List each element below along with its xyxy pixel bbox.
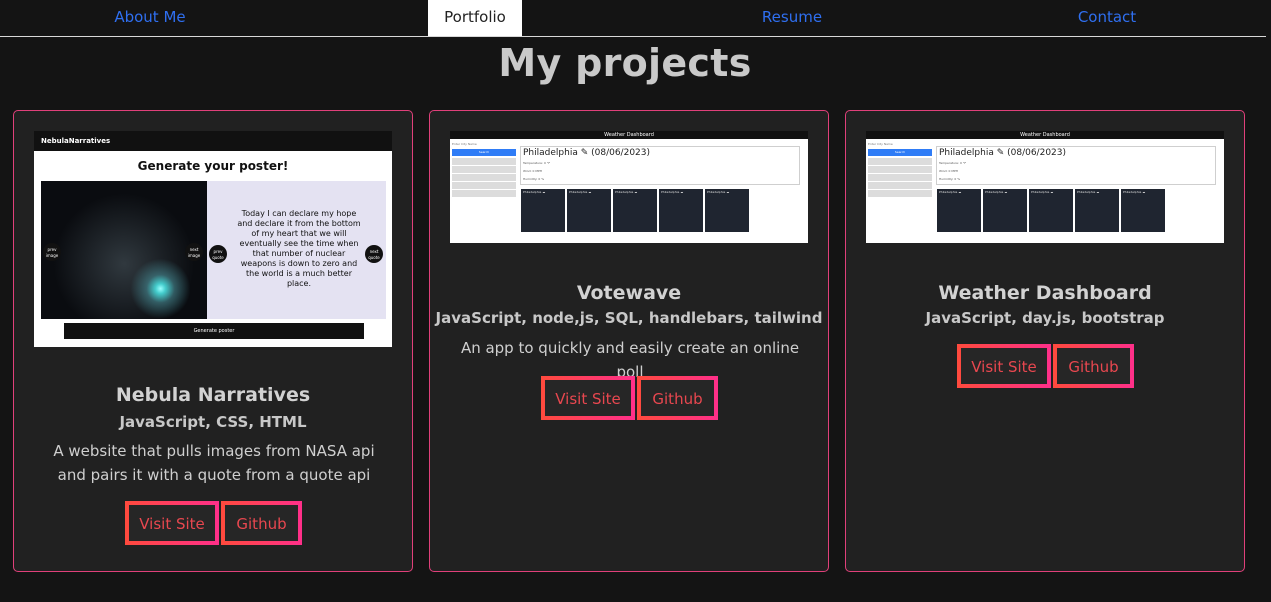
preview-header: Weather Dashboard xyxy=(450,131,808,139)
project-tech: JavaScript, day.js, bootstrap xyxy=(925,309,1165,327)
preview-sidebar: Enter City Name Search xyxy=(868,142,932,204)
preview-current-weather: Philadelphia ✎ (08/06/2023) Temperature:… xyxy=(936,146,1216,185)
forecast-card: Philadelphia ☁ xyxy=(659,189,703,232)
forecast-card: Philadelphia ☁ xyxy=(567,189,611,232)
next-image-button: next image xyxy=(185,243,203,261)
quote-box: prev quote Today I can declare my hope a… xyxy=(207,181,386,319)
forecast-card: Philadelphia ☁ xyxy=(1075,189,1119,232)
prev-quote-button: prev quote xyxy=(209,245,227,263)
page-title: My projects xyxy=(498,41,752,85)
github-button[interactable]: Github xyxy=(637,376,718,420)
project-tech: JavaScript, CSS, HTML xyxy=(119,413,307,431)
forecast-card: Philadelphia ☁ xyxy=(521,189,565,232)
nav-about-me[interactable]: About Me xyxy=(95,0,205,36)
preview-quote: Today I can declare my hope and declare … xyxy=(237,209,361,288)
preview-header: Weather Dashboard xyxy=(866,131,1224,139)
prev-image-button: prev image xyxy=(43,243,61,261)
visit-site-button[interactable]: Visit Site xyxy=(541,376,635,420)
project-card-nebula-narratives: NebulaNarratives Generate your poster! p… xyxy=(13,110,413,572)
github-button[interactable]: Github xyxy=(1053,344,1134,388)
forecast-card: Philadelphia ☁ xyxy=(1121,189,1165,232)
visit-site-button[interactable]: Visit Site xyxy=(957,344,1051,388)
project-title: Votewave xyxy=(576,282,682,304)
github-button[interactable]: Github xyxy=(221,501,302,545)
project-title: Weather Dashboard xyxy=(938,282,1152,304)
project-screenshot[interactable]: NebulaNarratives Generate your poster! p… xyxy=(34,131,392,347)
project-card-weather-dashboard: Weather Dashboard Enter City Name Search… xyxy=(845,110,1245,572)
project-tech: JavaScript, node,js, SQL, handlebars, ta… xyxy=(435,309,823,327)
nav-portfolio[interactable]: Portfolio xyxy=(428,0,522,36)
forecast-card: Philadelphia ☁ xyxy=(613,189,657,232)
project-screenshot[interactable]: Weather Dashboard Enter City Name Search… xyxy=(866,131,1224,243)
preview-header: NebulaNarratives xyxy=(34,131,392,151)
top-nav: About Me Portfolio Resume Contact xyxy=(0,0,1266,37)
preview-sidebar: Enter City Name Search xyxy=(452,142,516,204)
forecast-card: Philadelphia ☁ xyxy=(1029,189,1073,232)
nebula-image: prev image next image xyxy=(41,181,207,319)
generate-poster-button: Generate poster xyxy=(64,323,364,339)
next-quote-button: next quote xyxy=(365,245,383,263)
nav-resume[interactable]: Resume xyxy=(737,0,847,36)
project-screenshot[interactable]: Weather Dashboard Enter City Name Search… xyxy=(450,131,808,243)
preview-current-weather: Philadelphia ✎ (08/06/2023) Temperature:… xyxy=(520,146,800,185)
forecast-card: Philadelphia ☁ xyxy=(983,189,1027,232)
forecast-card: Philadelphia ☁ xyxy=(705,189,749,232)
preview-heading: Generate your poster! xyxy=(137,159,289,173)
project-description: A website that pulls images from NASA ap… xyxy=(53,442,375,484)
project-title: Nebula Narratives xyxy=(115,384,311,406)
project-card-votewave: Weather Dashboard Enter City Name Search… xyxy=(429,110,829,572)
visit-site-button[interactable]: Visit Site xyxy=(125,501,219,545)
forecast-card: Philadelphia ☁ xyxy=(937,189,981,232)
nav-contact[interactable]: Contact xyxy=(1052,0,1162,36)
